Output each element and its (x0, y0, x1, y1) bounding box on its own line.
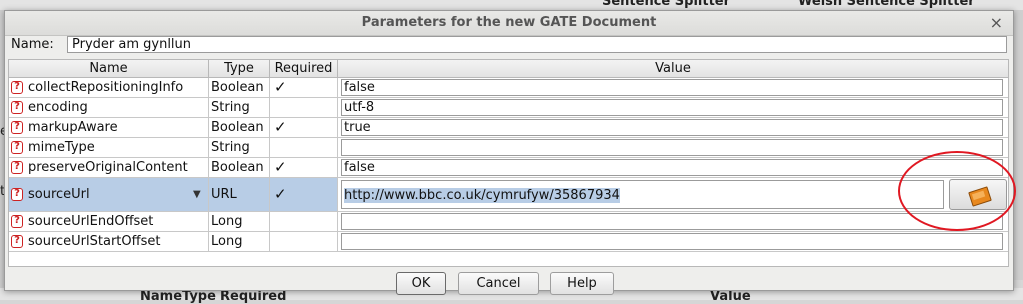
parameter-icon: ? (11, 121, 23, 134)
parameter-icon: ? (11, 188, 23, 201)
help-button[interactable]: Help (550, 272, 614, 295)
parameters-dialog: Parameters for the new GATE Document × N… (4, 10, 1014, 295)
type-cell: Boolean (209, 78, 270, 97)
required-check-icon: ✓ (274, 158, 287, 176)
param-type: Boolean (211, 80, 264, 95)
required-cell (270, 232, 338, 251)
name-cell: ? mimeType (9, 138, 209, 157)
value-field[interactable]: utf-8 (341, 99, 1003, 116)
param-name: markupAware (28, 120, 118, 135)
required-cell: ✓ (270, 178, 338, 211)
name-cell: ? sourceUrlEndOffset (9, 212, 209, 231)
table-row[interactable]: ? encoding String utf-8 (9, 98, 1008, 118)
param-name: mimeType (28, 140, 95, 155)
dialog-title: Parameters for the new GATE Document (361, 15, 657, 30)
value-cell (338, 138, 1008, 157)
param-type: Long (211, 214, 243, 229)
param-type: String (211, 140, 250, 155)
param-type: Boolean (211, 160, 264, 175)
table-row[interactable]: ? collectRepositioningInfo Boolean ✓ fal… (9, 78, 1008, 98)
param-name: collectRepositioningInfo (28, 80, 184, 95)
value-cell: utf-8 (338, 98, 1008, 117)
value-field[interactable]: false (341, 79, 1003, 96)
name-cell: ? sourceUrlStartOffset (9, 232, 209, 251)
header-required[interactable]: Required (270, 60, 338, 78)
header-name[interactable]: Name (9, 60, 209, 78)
required-cell (270, 98, 338, 117)
value-field[interactable]: true (341, 119, 1003, 136)
param-name: sourceUrl (28, 187, 90, 202)
chevron-down-icon[interactable]: ▼ (193, 189, 201, 200)
param-type: URL (211, 187, 237, 202)
header-value[interactable]: Value (338, 60, 1008, 78)
table-row-selected[interactable]: ? sourceUrl ▼ URL ✓ http://www.bbc.co.uk… (9, 178, 1008, 212)
close-icon[interactable]: × (990, 13, 1003, 32)
cancel-button[interactable]: Cancel (458, 272, 539, 295)
table-row[interactable]: ? mimeType String (9, 138, 1008, 158)
value-cell (338, 232, 1008, 251)
param-name: preserveOriginalContent (28, 160, 188, 175)
type-cell: Boolean (209, 118, 270, 137)
parameter-icon: ? (11, 81, 23, 94)
dialog-titlebar[interactable]: Parameters for the new GATE Document × (5, 11, 1013, 36)
background-right-edge (1013, 10, 1023, 280)
param-type: String (211, 100, 250, 115)
type-cell: String (209, 98, 270, 117)
param-name: sourceUrlStartOffset (28, 234, 161, 249)
source-url-text: http://www.bbc.co.uk/cymrufyw/35867934 (344, 188, 620, 203)
source-url-field[interactable]: http://www.bbc.co.uk/cymrufyw/35867934 (341, 180, 944, 209)
bg-header-required: Required (220, 289, 287, 304)
type-cell: Boolean (209, 158, 270, 177)
bg-sentence-splitter: Sentence Splitter (602, 0, 731, 9)
type-cell: Long (209, 212, 270, 231)
bg-welsh-sentence-splitter: Welsh Sentence Splitter (798, 0, 975, 9)
table-row[interactable]: ? markupAware Boolean ✓ true (9, 118, 1008, 138)
value-cell: true (338, 118, 1008, 137)
param-type: Boolean (211, 120, 264, 135)
parameter-icon: ? (11, 215, 23, 228)
ok-button[interactable]: OK (396, 272, 446, 295)
type-cell: String (209, 138, 270, 157)
parameter-icon: ? (11, 101, 23, 114)
name-cell: ? collectRepositioningInfo (9, 78, 209, 97)
required-check-icon: ✓ (274, 185, 287, 203)
name-field[interactable]: Pryder am gynllun (67, 36, 1007, 53)
bg-header-name: Name (140, 289, 183, 304)
type-cell: URL (209, 178, 270, 211)
table-row[interactable]: ? sourceUrlStartOffset Long (9, 232, 1008, 252)
name-cell: ? markupAware (9, 118, 209, 137)
required-cell (270, 212, 338, 231)
name-cell: ? encoding (9, 98, 209, 117)
param-name: sourceUrlEndOffset (28, 214, 154, 229)
parameters-table: Name Type Required Value ? collectReposi… (8, 59, 1009, 267)
type-cell: Long (209, 232, 270, 251)
param-name: encoding (28, 100, 88, 115)
value-field[interactable] (341, 139, 1003, 156)
name-label: Name: (11, 37, 54, 52)
required-cell: ✓ (270, 118, 338, 137)
value-field[interactable] (341, 233, 1003, 250)
param-type: Long (211, 234, 243, 249)
name-cell: ? sourceUrl ▼ (9, 178, 209, 211)
required-cell: ✓ (270, 158, 338, 177)
bg-header-value: Value (710, 289, 751, 304)
parameter-icon: ? (11, 161, 23, 174)
table-row[interactable]: ? sourceUrlEndOffset Long (9, 212, 1008, 232)
parameter-icon: ? (11, 141, 23, 154)
annotation-circle (898, 151, 1016, 231)
background-window-top: Sentence Splitter Welsh Sentence Splitte… (0, 0, 1023, 10)
value-cell (338, 212, 1008, 231)
required-cell (270, 138, 338, 157)
name-cell: ? preserveOriginalContent (9, 158, 209, 177)
value-field[interactable] (341, 213, 1003, 230)
table-row[interactable]: ? preserveOriginalContent Boolean ✓ fals… (9, 158, 1008, 178)
required-cell: ✓ (270, 78, 338, 97)
required-check-icon: ✓ (274, 78, 287, 96)
parameter-icon: ? (11, 235, 23, 248)
value-cell: false (338, 78, 1008, 97)
header-type[interactable]: Type (209, 60, 270, 78)
bg-header-type: Type (182, 289, 216, 304)
required-check-icon: ✓ (274, 118, 287, 136)
